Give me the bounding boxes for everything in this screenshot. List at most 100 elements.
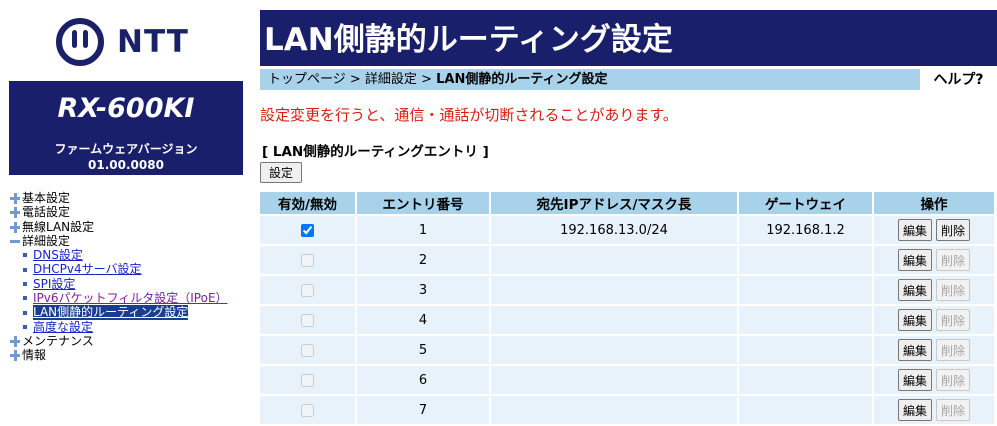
nav-item-info[interactable]: 情報: [9, 348, 254, 362]
table-row: 6 編集 削除: [260, 366, 994, 394]
nav-link-ipv6filter[interactable]: IPv6パケットフィルタ設定（IPoE）: [33, 291, 228, 305]
nav-subitem-advanced[interactable]: 高度な設定: [9, 320, 254, 334]
enabled-checkbox[interactable]: [301, 313, 314, 327]
nav-subitem-dns[interactable]: DNS設定: [9, 248, 254, 262]
enabled-checkbox[interactable]: [301, 253, 314, 267]
delete-button[interactable]: 削除: [936, 309, 971, 331]
gateway-address: [739, 336, 872, 364]
destination-address: [491, 366, 737, 394]
expand-plus-icon[interactable]: [9, 205, 21, 219]
gateway-address: [739, 306, 872, 334]
warning-message: 設定変更を行うと、通信・通話が切断されることがあります。: [260, 106, 678, 124]
nav-item-detail[interactable]: 詳細設定: [9, 234, 254, 248]
nav-label-basic[interactable]: 基本設定: [22, 191, 70, 205]
page-title: LAN側静的ルーティング設定: [260, 10, 997, 66]
delete-button[interactable]: 削除: [936, 399, 971, 421]
breadcrumb: トップページ > 詳細設定 > LAN側静的ルーティング設定: [260, 69, 920, 90]
breadcrumb-separator: >: [345, 72, 365, 87]
enabled-cell: [260, 336, 355, 364]
expand-plus-icon[interactable]: [9, 191, 21, 205]
edit-button[interactable]: 編集: [897, 309, 932, 331]
nav-subitem-spi[interactable]: SPI設定: [9, 277, 254, 291]
edit-button[interactable]: 編集: [897, 399, 932, 421]
bullet-icon: [23, 281, 27, 286]
side-nav: 基本設定 電話設定 無線LAN設定 詳細設定 DNS設定 DHCPv4サーバ設定…: [9, 191, 254, 363]
entry-number: 4: [357, 306, 489, 334]
nav-label-info[interactable]: 情報: [22, 348, 46, 362]
nav-label-maintenance[interactable]: メンテナンス: [22, 334, 94, 348]
set-button[interactable]: 設定: [260, 162, 302, 183]
gateway-address: 192.168.1.2: [739, 216, 872, 244]
edit-button[interactable]: 編集: [897, 339, 932, 361]
entry-number: 1: [357, 216, 489, 244]
header-gateway: ゲートウェイ: [739, 192, 872, 214]
enabled-checkbox[interactable]: [301, 373, 314, 387]
model-info-box: RX-600KI ファームウェアバージョン 01.00.0080: [9, 81, 243, 175]
expand-plus-icon[interactable]: [9, 334, 21, 348]
nav-subitem-lanroute[interactable]: LAN側静的ルーティング設定: [9, 305, 254, 320]
operations-cell: 編集 削除: [874, 216, 994, 244]
operations-cell: 編集 削除: [874, 246, 994, 274]
enabled-cell: [260, 366, 355, 394]
entry-number: 2: [357, 246, 489, 274]
nav-item-phone[interactable]: 電話設定: [9, 205, 254, 219]
nav-link-dns[interactable]: DNS設定: [33, 248, 83, 262]
delete-button[interactable]: 削除: [936, 249, 971, 271]
breadcrumb-detail[interactable]: 詳細設定: [365, 72, 417, 87]
gateway-address: [739, 396, 872, 424]
edit-button[interactable]: 編集: [897, 369, 932, 391]
table-row: 7 編集 削除: [260, 396, 994, 424]
delete-button[interactable]: 削除: [936, 279, 971, 301]
nav-item-basic[interactable]: 基本設定: [9, 191, 254, 205]
operations-cell: 編集 削除: [874, 306, 994, 334]
delete-button[interactable]: 削除: [936, 219, 971, 241]
edit-button[interactable]: 編集: [897, 279, 932, 301]
delete-button[interactable]: 削除: [936, 369, 971, 391]
enabled-checkbox[interactable]: [301, 343, 314, 357]
ntt-logo: NTT: [55, 17, 189, 67]
ntt-logo-icon: [56, 18, 104, 66]
enabled-cell: [260, 246, 355, 274]
main-content: LAN側静的ルーティング設定 トップページ > 詳細設定 > LAN側静的ルーテ…: [258, 0, 997, 425]
nav-link-spi[interactable]: SPI設定: [33, 277, 75, 291]
nav-item-wlan[interactable]: 無線LAN設定: [9, 220, 254, 234]
enabled-checkbox[interactable]: [301, 283, 314, 297]
expand-plus-icon[interactable]: [9, 220, 21, 234]
enabled-cell: [260, 396, 355, 424]
table-row: 2 編集 削除: [260, 246, 994, 274]
collapse-minus-icon[interactable]: [9, 234, 21, 248]
enabled-cell: [260, 216, 355, 244]
destination-address: [491, 336, 737, 364]
operations-cell: 編集 削除: [874, 276, 994, 304]
header-entry-number: エントリ番号: [357, 192, 489, 214]
destination-address: [491, 276, 737, 304]
bullet-icon: [23, 296, 27, 301]
header-destination: 宛先IPアドレス/マスク長: [491, 192, 737, 214]
table-row: 4 編集 削除: [260, 306, 994, 334]
nav-link-advanced[interactable]: 高度な設定: [33, 320, 93, 334]
nav-link-dhcp[interactable]: DHCPv4サーバ設定: [33, 262, 142, 276]
nav-subitem-dhcp[interactable]: DHCPv4サーバ設定: [9, 262, 254, 276]
enabled-checkbox[interactable]: [301, 223, 314, 237]
entry-number: 7: [357, 396, 489, 424]
delete-button[interactable]: 削除: [936, 339, 971, 361]
edit-button[interactable]: 編集: [897, 249, 932, 271]
logo-text: NTT: [117, 24, 189, 60]
nav-label-wlan[interactable]: 無線LAN設定: [22, 220, 94, 234]
nav-label-detail[interactable]: 詳細設定: [22, 234, 70, 248]
bullet-icon: [23, 253, 27, 258]
help-link[interactable]: ヘルプ?: [920, 69, 997, 90]
nav-subitem-ipv6filter[interactable]: IPv6パケットフィルタ設定（IPoE）: [9, 291, 254, 305]
breadcrumb-top[interactable]: トップページ: [268, 72, 346, 87]
nav-label-phone[interactable]: 電話設定: [22, 205, 70, 219]
enabled-cell: [260, 276, 355, 304]
table-row: 3 編集 削除: [260, 276, 994, 304]
operations-cell: 編集 削除: [874, 366, 994, 394]
nav-item-maintenance[interactable]: メンテナンス: [9, 334, 254, 348]
enabled-checkbox[interactable]: [301, 403, 314, 417]
section-title: [ LAN側静的ルーティングエントリ ]: [262, 144, 489, 160]
expand-plus-icon[interactable]: [9, 348, 21, 362]
edit-button[interactable]: 編集: [897, 219, 932, 241]
table-row: 1 192.168.13.0/24 192.168.1.2 編集 削除: [260, 216, 994, 244]
nav-link-lanroute[interactable]: LAN側静的ルーティング設定: [33, 305, 189, 320]
